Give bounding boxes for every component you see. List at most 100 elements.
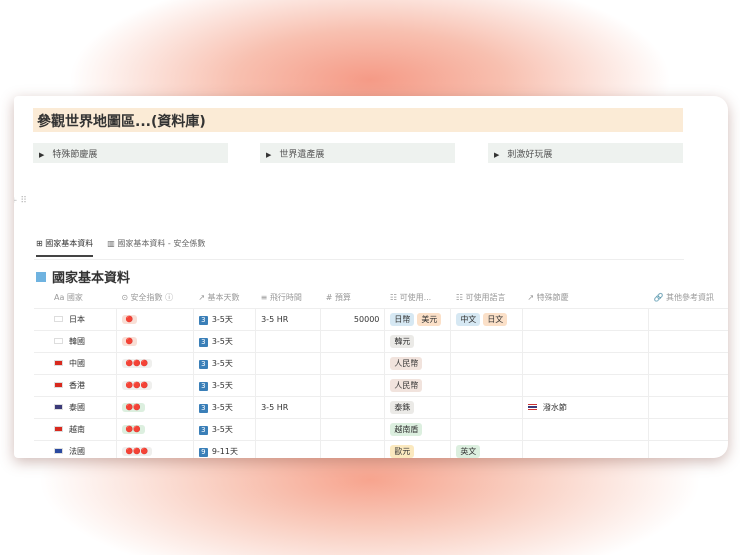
days-text: 3-5天 <box>211 402 233 412</box>
safety-cell[interactable]: 🔴🔴 <box>115 417 194 440</box>
country-cell[interactable]: 韓國 <box>34 329 117 352</box>
tab-table-view[interactable]: ⊞ 國家基本資料 <box>36 238 94 257</box>
column-header[interactable]: ↗ 特殊節慶 <box>522 288 648 308</box>
flight-cell[interactable] <box>255 417 321 440</box>
festival-cell[interactable] <box>521 373 649 396</box>
flight-cell[interactable] <box>255 351 321 374</box>
language-cell[interactable] <box>450 395 523 418</box>
festival-cell[interactable]: 潑水節 <box>521 395 649 418</box>
flag-icon <box>527 404 537 410</box>
budget-cell[interactable] <box>320 395 385 418</box>
flight-cell[interactable] <box>255 373 321 396</box>
flight-cell[interactable] <box>255 329 321 352</box>
safety-cell[interactable]: 🔴 <box>115 329 194 352</box>
tab-label: 國家基本資料 - 安全係數 <box>117 239 206 248</box>
safety-cell[interactable]: 🔴 <box>115 307 194 330</box>
reference-cell[interactable] <box>648 395 728 418</box>
festival-cell[interactable] <box>521 351 649 374</box>
country-cell[interactable]: 中國 <box>34 351 117 374</box>
days-text: 3-5天 <box>211 314 233 324</box>
language-cell[interactable] <box>450 329 523 352</box>
currency-cell[interactable]: 人民幣 <box>384 373 451 396</box>
column-header[interactable]: ≡ 飛行時間 <box>256 288 321 308</box>
reference-cell[interactable] <box>648 329 728 352</box>
flag-icon <box>54 382 63 388</box>
column-header[interactable]: Aa 國家 <box>34 288 116 308</box>
number-icon: 3 <box>198 315 208 325</box>
days-cell[interactable]: 3 3-5天 <box>192 373 256 396</box>
budget-cell[interactable] <box>320 417 385 440</box>
number-icon: 3 <box>198 403 208 413</box>
table-row[interactable]: 香港 🔴🔴🔴 3 3-5天 人民幣 <box>34 373 728 396</box>
budget-cell[interactable] <box>320 329 385 352</box>
database-title-text: 國家基本資料 <box>52 271 131 286</box>
tab-board-view[interactable]: ▥ 國家基本資料 - 安全係數 <box>107 238 205 257</box>
days-cell[interactable]: 3 3-5天 <box>192 417 256 440</box>
table-row[interactable]: 泰國 🔴🔴 3 3-5天 3-5 HR 泰銖 潑水節 <box>34 395 728 418</box>
festival-cell[interactable] <box>521 439 649 458</box>
flight-cell[interactable]: 3-5 HR <box>255 395 321 418</box>
safety-cell[interactable]: 🔴🔴🔴 <box>115 351 194 374</box>
table-row[interactable]: 中國 🔴🔴🔴 3 3-5天 人民幣 <box>34 351 728 374</box>
currency-cell[interactable]: 越南盾 <box>384 417 451 440</box>
budget-cell[interactable] <box>320 373 385 396</box>
flight-cell[interactable] <box>255 439 321 458</box>
safety-cell[interactable]: 🔴🔴🔴 <box>115 439 194 458</box>
reference-cell[interactable] <box>648 307 728 330</box>
column-header[interactable]: 🔗 其他參考資訊 <box>649 288 728 308</box>
column-header[interactable]: # 預算 <box>321 288 385 308</box>
days-cell[interactable]: 9 9-11天 <box>192 439 256 458</box>
safety-cell[interactable]: 🔴🔴🔴 <box>115 373 194 396</box>
column-header[interactable]: ☷ 可使用... <box>385 288 451 308</box>
days-text: 9-11天 <box>211 446 238 456</box>
currency-cell[interactable]: 韓元 <box>384 329 451 352</box>
safety-cell[interactable]: 🔴🔴 <box>115 395 194 418</box>
budget-cell[interactable] <box>320 439 385 458</box>
column-header[interactable]: ↗ 基本天數 <box>193 288 255 308</box>
flight-cell[interactable]: 3-5 HR <box>255 307 321 330</box>
country-cell[interactable]: 泰國 <box>34 395 117 418</box>
reference-cell[interactable] <box>648 373 728 396</box>
toggle-festival[interactable]: ▶ 特殊節慶展 <box>33 143 228 163</box>
budget-cell[interactable] <box>320 351 385 374</box>
language-cell[interactable]: 英文 <box>450 439 523 458</box>
country-name: 中國 <box>69 358 85 368</box>
table-row[interactable]: 日本 🔴 3 3-5天 3-5 HR 50000 日幣 美元 中文 日文 <box>34 307 728 330</box>
safety-tag: 🔴🔴🔴 <box>121 381 153 390</box>
days-cell[interactable]: 3 3-5天 <box>192 329 256 352</box>
toggle-fun[interactable]: ▶ 刺激好玩展 <box>488 143 683 163</box>
budget-cell[interactable]: 50000 <box>320 307 385 330</box>
table-row[interactable]: 越南 🔴🔴 3 3-5天 越南盾 <box>34 417 728 440</box>
column-header[interactable]: ⊙ 安全指數 ⓘ <box>116 288 193 308</box>
days-text: 3-5天 <box>211 336 233 346</box>
country-cell[interactable]: 香港 <box>34 373 117 396</box>
tag: 歐元 <box>390 444 415 458</box>
column-header[interactable]: ☷ 可使用語言 <box>451 288 523 308</box>
currency-cell[interactable]: 人民幣 <box>384 351 451 374</box>
festival-cell[interactable] <box>521 417 649 440</box>
days-cell[interactable]: 3 3-5天 <box>192 307 256 330</box>
language-cell[interactable] <box>450 417 523 440</box>
table-row[interactable]: 法國 🔴🔴🔴 9 9-11天 歐元 英文 <box>34 439 728 458</box>
toggle-label: 世界遺產展 <box>279 150 325 160</box>
drag-handle-icon[interactable]: + ⠿ <box>14 196 27 206</box>
currency-cell[interactable]: 泰銖 <box>384 395 451 418</box>
days-cell[interactable]: 3 3-5天 <box>192 395 256 418</box>
festival-cell[interactable] <box>521 307 649 330</box>
country-cell[interactable]: 日本 <box>34 307 117 330</box>
reference-cell[interactable] <box>648 351 728 374</box>
country-cell[interactable]: 越南 <box>34 417 117 440</box>
language-cell[interactable]: 中文 日文 <box>450 307 523 330</box>
toggle-heritage[interactable]: ▶ 世界遺產展 <box>260 143 455 163</box>
days-cell[interactable]: 3 3-5天 <box>192 351 256 374</box>
country-cell[interactable]: 法國 <box>34 439 117 458</box>
currency-cell[interactable]: 歐元 <box>384 439 451 458</box>
festival-cell[interactable] <box>521 329 649 352</box>
reference-cell[interactable] <box>648 417 728 440</box>
currency-cell[interactable]: 日幣 美元 <box>384 307 451 330</box>
safety-tag: 🔴🔴 <box>121 403 145 412</box>
language-cell[interactable] <box>450 351 523 374</box>
table-row[interactable]: 韓國 🔴 3 3-5天 韓元 <box>34 329 728 352</box>
reference-cell[interactable] <box>648 439 728 458</box>
language-cell[interactable] <box>450 373 523 396</box>
